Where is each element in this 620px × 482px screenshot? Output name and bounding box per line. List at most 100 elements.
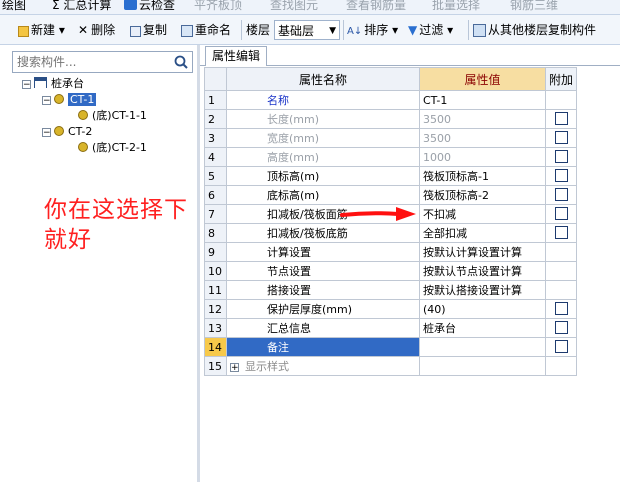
property-value[interactable]: 桩承台 — [419, 318, 546, 338]
property-name[interactable]: 计算设置 — [226, 242, 420, 262]
row-number: 8 — [204, 223, 227, 243]
delete-button[interactable]: ✕ 删除 — [78, 21, 115, 39]
tree-item-ct-2[interactable]: − CT-2 — [42, 124, 92, 140]
property-value[interactable]: 按默认节点设置计算 — [419, 261, 546, 281]
tree-item-ct-1-1[interactable]: (底)CT-1-1 — [78, 108, 147, 124]
tree-item-ct-1[interactable]: − CT-1 — [42, 92, 97, 108]
table-row[interactable]: 13 汇总信息 桩承台 — [204, 318, 578, 338]
extra-cell — [544, 204, 578, 224]
property-value[interactable]: 3500 — [419, 109, 546, 129]
extra-checkbox[interactable] — [554, 207, 568, 220]
property-value[interactable]: CT-1 — [419, 90, 546, 110]
table-row[interactable]: 4 高度(mm) 1000 — [204, 147, 578, 167]
property-name[interactable]: 宽度(mm) — [226, 128, 420, 148]
row-number: 4 — [204, 147, 227, 167]
property-name[interactable]: 节点设置 — [226, 261, 420, 281]
property-value[interactable] — [419, 356, 546, 376]
property-value[interactable]: 不扣减 — [419, 204, 546, 224]
property-value[interactable]: 全部扣减 — [419, 223, 546, 243]
row-number: 1 — [204, 90, 227, 110]
property-name[interactable]: 名称 — [226, 90, 420, 110]
collapse-icon[interactable]: − — [22, 80, 31, 90]
extra-cell — [544, 128, 578, 148]
floor-copy-icon — [473, 24, 486, 37]
row-number: 13 — [204, 318, 227, 338]
table-row[interactable]: 9 计算设置 按默认计算设置计算 — [204, 242, 578, 262]
property-name[interactable]: 底标高(m) — [226, 185, 420, 205]
menu-view-rebar[interactable]: 查看钢筋量 — [346, 0, 406, 13]
menu-summary-calc[interactable]: Σ 汇总计算 — [52, 0, 111, 13]
filter-button[interactable]: ▼ 过滤 ▾ — [408, 21, 453, 39]
table-row[interactable]: 12 保护层厚度(mm) (40) — [204, 299, 578, 319]
header-extra: 附加 — [544, 67, 578, 91]
menu-draw[interactable]: 绘图 — [2, 0, 26, 13]
table-row[interactable]: 11 搭接设置 按默认搭接设置计算 — [204, 280, 578, 300]
row-number: 11 — [204, 280, 227, 300]
property-name[interactable]: 汇总信息 — [226, 318, 420, 338]
rename-button[interactable]: 重命名 — [181, 21, 231, 39]
extra-checkbox[interactable] — [554, 112, 568, 125]
copy-button[interactable]: 复制 — [130, 21, 167, 39]
annotation-line-1: 你在这选择下 — [44, 197, 188, 223]
menu-find-element[interactable]: 查找图元 — [270, 0, 318, 13]
row-number: 15 — [204, 356, 227, 376]
extra-checkbox[interactable] — [554, 302, 568, 315]
tab-property-edit[interactable]: 属性编辑 — [205, 46, 267, 66]
search-input[interactable] — [13, 52, 176, 72]
property-value[interactable]: 筏板顶标高-1 — [419, 166, 546, 186]
property-name[interactable]: 长度(mm) — [226, 109, 420, 129]
property-value[interactable]: 按默认计算设置计算 — [419, 242, 546, 262]
table-row[interactable]: 15 + 显示样式 — [204, 356, 578, 376]
table-row[interactable]: 6 底标高(m) 筏板顶标高-2 — [204, 185, 578, 205]
table-row[interactable]: 5 顶标高(m) 筏板顶标高-1 — [204, 166, 578, 186]
row-number: 2 — [204, 109, 227, 129]
copy-from-floor-button[interactable]: 从其他楼层复制构件 — [473, 21, 596, 39]
property-name[interactable]: 顶标高(m) — [226, 166, 420, 186]
chevron-down-icon: ▼ — [329, 26, 336, 36]
menu-cloud-check[interactable]: 云检查 — [124, 0, 175, 13]
floor-select[interactable]: 基础层 ▼ — [274, 20, 340, 40]
property-name[interactable]: 高度(mm) — [226, 147, 420, 167]
search-button[interactable] — [170, 52, 192, 72]
extra-checkbox[interactable] — [554, 340, 568, 353]
property-value[interactable]: (40) — [419, 299, 546, 319]
property-name[interactable]: 扣减板/筏板底筋 — [226, 223, 420, 243]
collapse-icon[interactable]: − — [42, 128, 51, 138]
property-value[interactable]: 1000 — [419, 147, 546, 167]
property-value[interactable]: 筏板顶标高-2 — [419, 185, 546, 205]
separator — [468, 20, 469, 40]
extra-checkbox[interactable] — [554, 150, 568, 163]
expand-icon[interactable]: + — [230, 363, 239, 373]
collapse-icon[interactable]: − — [42, 96, 51, 106]
table-row[interactable]: 2 长度(mm) 3500 — [204, 109, 578, 129]
property-value[interactable]: 3500 — [419, 128, 546, 148]
row-number: 12 — [204, 299, 227, 319]
property-value[interactable]: 按默认搭接设置计算 — [419, 280, 546, 300]
property-name[interactable]: 备注 — [226, 337, 420, 357]
menu-batch-select[interactable]: 批量选择 — [432, 0, 480, 13]
extra-checkbox[interactable] — [554, 321, 568, 334]
property-name[interactable]: + 显示样式 — [226, 356, 420, 376]
sort-button[interactable]: A↓ 排序 ▾ — [347, 21, 398, 39]
property-value[interactable] — [419, 337, 546, 357]
new-button[interactable]: 新建 ▾ — [18, 21, 65, 39]
top-menubar: 绘图 Σ 汇总计算 云检查 平齐板顶 查找图元 查看钢筋量 批量选择 钢筋三维 — [0, 0, 620, 15]
extra-checkbox[interactable] — [554, 131, 568, 144]
table-row[interactable]: 1 名称 CT-1 — [204, 90, 578, 110]
extra-checkbox[interactable] — [554, 169, 568, 182]
table-row[interactable]: 14 备注 — [204, 337, 578, 357]
table-row[interactable]: 10 节点设置 按默认节点设置计算 — [204, 261, 578, 281]
extra-cell — [544, 185, 578, 205]
tree-item-ct-2-1[interactable]: (底)CT-2-1 — [78, 140, 147, 156]
menu-rebar-3d[interactable]: 钢筋三维 — [510, 0, 558, 13]
new-icon — [18, 26, 29, 37]
extra-checkbox[interactable] — [554, 188, 568, 201]
property-name[interactable]: 保护层厚度(mm) — [226, 299, 420, 319]
menu-align-top[interactable]: 平齐板顶 — [194, 0, 242, 13]
tree-root[interactable]: − 桩承台 — [22, 76, 84, 92]
property-name[interactable]: 搭接设置 — [226, 280, 420, 300]
table-row[interactable]: 8 扣减板/筏板底筋 全部扣减 — [204, 223, 578, 243]
table-row[interactable]: 3 宽度(mm) 3500 — [204, 128, 578, 148]
extra-checkbox[interactable] — [554, 226, 568, 239]
row-number: 5 — [204, 166, 227, 186]
